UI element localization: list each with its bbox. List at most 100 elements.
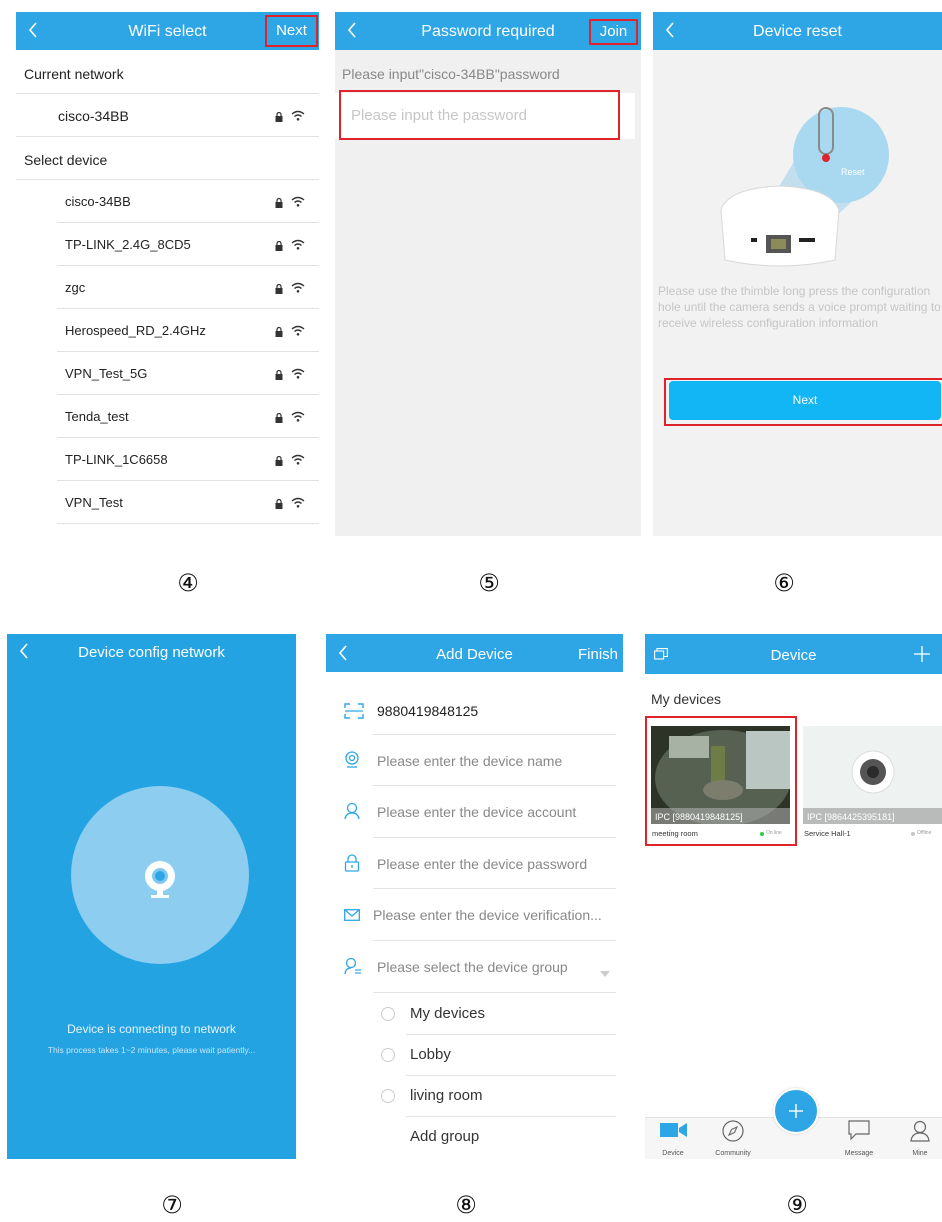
- connecting-subtext: This process takes 1~2 minutes, please w…: [47, 1045, 256, 1055]
- device-id-row: 9880419848125: [326, 686, 619, 738]
- wifi-icon: [291, 194, 305, 212]
- step-number: ⑧: [455, 1191, 477, 1219]
- panel-add-device: Add Device Finish 9880419848125 Please e…: [326, 634, 623, 1159]
- group-option[interactable]: My devices: [326, 994, 619, 1035]
- panel-device-list: Device My devices IPC [9880419848125] me…: [645, 634, 942, 1159]
- add-group-button[interactable]: Add group: [326, 1117, 619, 1158]
- group-option[interactable]: living room: [326, 1076, 619, 1117]
- connecting-status: Device is connecting to network: [67, 1022, 236, 1036]
- next-button-label: Next: [792, 393, 818, 407]
- plus-icon: [789, 1104, 803, 1123]
- network-name: VPN_Test_5G: [65, 366, 148, 381]
- radio-button[interactable]: [381, 1048, 395, 1062]
- wifi-icon: [291, 280, 305, 298]
- group-option-label: Lobby: [410, 1046, 451, 1063]
- network-list-item[interactable]: Tenda_test: [16, 395, 317, 438]
- nav-device-label: Device: [662, 1150, 684, 1157]
- reset-illustration: Reset: [653, 50, 942, 280]
- lock-icon: [344, 854, 360, 877]
- header-bar: Password required Join: [335, 12, 641, 50]
- ipc-label: IPC [9864425395181]: [807, 812, 895, 822]
- network-name: VPN_Test: [65, 495, 123, 510]
- reset-instructions: Please use the thimble long press the co…: [658, 284, 941, 330]
- device-password-placeholder: Please enter the device password: [377, 856, 588, 872]
- network-list-item[interactable]: zgc: [16, 266, 317, 309]
- step-number: ⑦: [161, 1191, 183, 1219]
- device-card[interactable]: IPC [9880419848125] meeting room On line: [651, 726, 790, 843]
- divider: [57, 523, 319, 524]
- wifi-icon: [291, 452, 305, 470]
- add-plus-icon[interactable]: [914, 646, 930, 667]
- device-password-field[interactable]: Please enter the device password: [326, 838, 619, 890]
- password-input[interactable]: Please input the password: [339, 90, 620, 140]
- network-name: TP-LINK_2.4G_8CD5: [65, 237, 191, 252]
- lock-icon: [275, 109, 283, 127]
- next-button[interactable]: Next: [265, 15, 318, 47]
- network-list-item[interactable]: TP-LINK_2.4G_8CD5: [16, 223, 317, 266]
- nav-mine-label: Mine: [912, 1150, 928, 1157]
- lock-icon: [275, 238, 283, 256]
- add-device-fab[interactable]: [773, 1088, 819, 1134]
- nav-message-label: Message: [844, 1150, 874, 1157]
- current-network-row[interactable]: cisco-34BB: [16, 94, 317, 137]
- panel-password-required: Password required Join Please input"cisc…: [335, 12, 641, 536]
- lock-icon: [275, 281, 283, 299]
- webcam-icon: [344, 751, 360, 774]
- group-option-label: living room: [410, 1087, 483, 1104]
- join-button[interactable]: Join: [589, 19, 638, 45]
- device-card[interactable]: IPC [9864425395181] Service Hall-1 Offli…: [803, 726, 942, 843]
- device-group-placeholder: Please select the device group: [377, 959, 568, 975]
- header-bar: Device reset: [653, 12, 942, 50]
- nav-device[interactable]: Device: [648, 1123, 698, 1157]
- wifi-icon: [291, 366, 305, 384]
- nav-community[interactable]: Community: [708, 1120, 758, 1157]
- page-title: Device: [770, 647, 817, 664]
- current-network-label: Current network: [24, 66, 124, 82]
- network-name: TP-LINK_1C6658: [65, 452, 168, 467]
- compass-icon: [722, 1120, 744, 1144]
- page-title: Device reset: [753, 23, 842, 40]
- lock-icon: [275, 496, 283, 514]
- network-list-item[interactable]: VPN_Test_5G: [16, 352, 317, 395]
- header-bar: Add Device Finish: [326, 634, 623, 672]
- finish-button[interactable]: Finish: [578, 646, 618, 663]
- status-label: On line: [766, 830, 782, 836]
- lock-icon: [275, 195, 283, 213]
- header-bar: WiFi select Next: [16, 12, 319, 50]
- device-verification-field[interactable]: Please enter the device verification...: [326, 889, 619, 941]
- page-title: Device config network: [78, 644, 225, 661]
- network-list-item[interactable]: VPN_Test: [16, 481, 317, 524]
- device-group-select[interactable]: Please select the device group: [326, 941, 619, 993]
- radio-button[interactable]: [381, 1007, 395, 1021]
- step-number: ⑤: [478, 569, 500, 597]
- next-button[interactable]: Next: [669, 381, 941, 420]
- device-account-field[interactable]: Please enter the device account: [326, 786, 619, 838]
- network-list-item[interactable]: Herospeed_RD_2.4GHz: [16, 309, 317, 352]
- mail-icon: [344, 908, 360, 926]
- step-number: ⑥: [773, 569, 795, 597]
- network-list-item[interactable]: cisco-34BB: [16, 180, 317, 223]
- network-name: cisco-34BB: [65, 194, 131, 209]
- network-list-item[interactable]: TP-LINK_1C6658: [16, 438, 317, 481]
- chat-icon: [848, 1120, 870, 1142]
- nav-message[interactable]: Message: [834, 1120, 884, 1157]
- scan-icon: [344, 703, 364, 724]
- bottom-nav: Device Community Message Mine: [645, 1088, 942, 1159]
- panel-device-reset: Device reset Reset Please use the thimbl…: [653, 12, 942, 536]
- device-verification-placeholder: Please enter the device verification...: [373, 907, 602, 923]
- camera-thumbnail: IPC [9864425395181]: [803, 726, 942, 824]
- lock-icon: [275, 410, 283, 428]
- device-name-field[interactable]: Please enter the device name: [326, 735, 619, 787]
- select-device-label: Select device: [24, 152, 108, 168]
- radio-button[interactable]: [381, 1089, 395, 1103]
- device-id: 9880419848125: [377, 703, 479, 719]
- reset-label: Reset: [841, 167, 865, 177]
- camera-icon: [140, 858, 180, 905]
- device-name-placeholder: Please enter the device name: [377, 753, 563, 769]
- status-dot: [760, 832, 764, 836]
- add-group-label: Add group: [410, 1128, 480, 1145]
- nav-mine[interactable]: Mine: [895, 1120, 942, 1157]
- divider: [373, 992, 616, 993]
- group-option[interactable]: Lobby: [326, 1035, 619, 1076]
- dropdown-arrow-icon: [600, 964, 610, 982]
